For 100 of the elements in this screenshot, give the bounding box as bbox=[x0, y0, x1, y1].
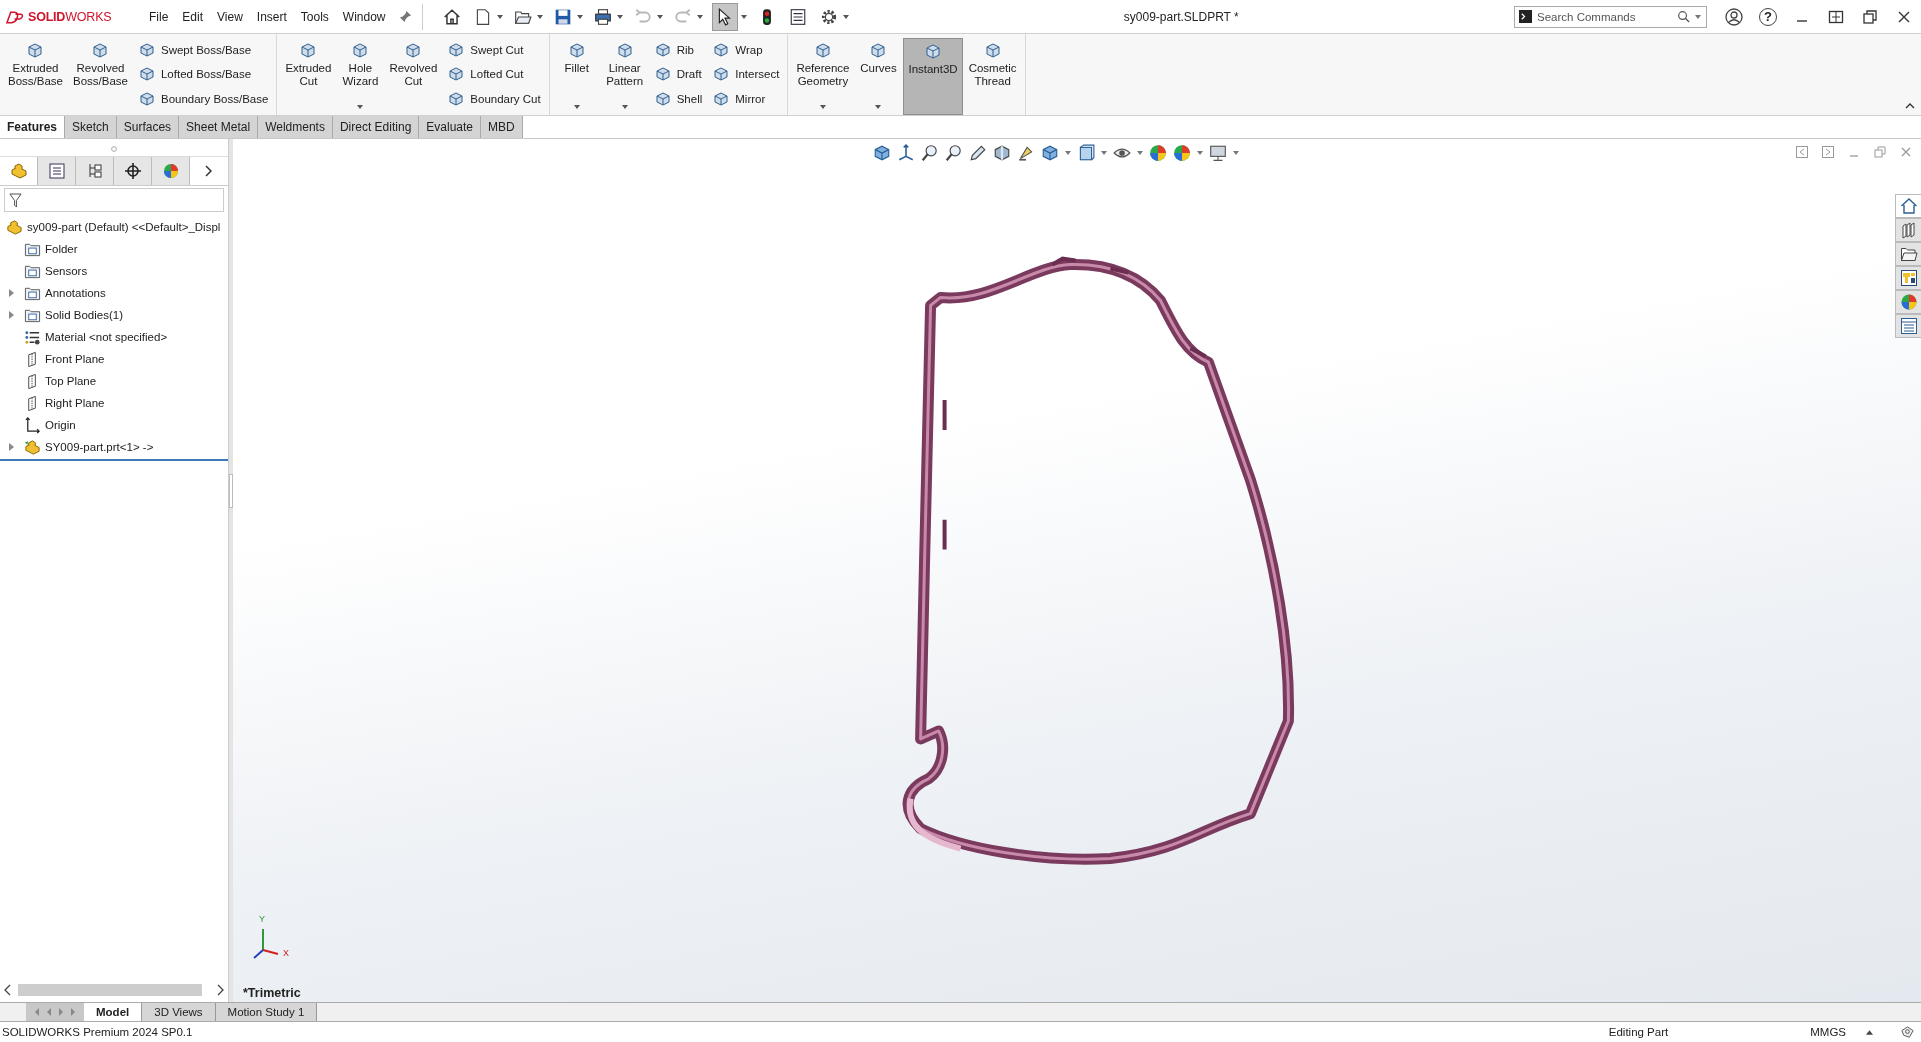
tree-item[interactable]: Sensors bbox=[45, 265, 88, 277]
caret-icon[interactable] bbox=[357, 105, 364, 109]
magnifier-icon[interactable] bbox=[945, 144, 963, 162]
tree-item[interactable]: Right Plane bbox=[45, 397, 105, 409]
previous-view-icon[interactable] bbox=[1795, 145, 1809, 159]
expand-arrow-icon[interactable] bbox=[8, 311, 14, 319]
search-input[interactable]: Search Commands bbox=[1537, 10, 1672, 23]
caret-icon[interactable] bbox=[576, 14, 583, 19]
monitor-icon[interactable] bbox=[1209, 144, 1227, 162]
tree-item[interactable]: Top Plane bbox=[45, 375, 97, 387]
ribbon-button[interactable]: Draft bbox=[649, 64, 707, 85]
tree-item[interactable]: Solid Bodies(1) bbox=[45, 309, 123, 321]
ribbon-button[interactable]: Revolved Boss/Base bbox=[69, 38, 132, 99]
ribbon-button[interactable]: Curves bbox=[855, 38, 902, 99]
printer-icon[interactable] bbox=[593, 7, 612, 26]
magnifier-icon[interactable] bbox=[921, 144, 939, 162]
list-icon[interactable] bbox=[788, 7, 807, 26]
tree-item[interactable]: Front Plane bbox=[45, 353, 105, 365]
user-icon[interactable] bbox=[1725, 7, 1743, 26]
task-pane-tab[interactable] bbox=[1895, 266, 1921, 290]
caret-icon[interactable] bbox=[1866, 1029, 1873, 1035]
filter-icon[interactable] bbox=[9, 192, 22, 208]
next-view-icon[interactable] bbox=[1821, 145, 1835, 159]
tab[interactable]: Evaluate bbox=[419, 116, 481, 138]
tab[interactable]: Surfaces bbox=[116, 116, 180, 138]
tree-item[interactable]: Folder bbox=[45, 243, 78, 255]
axes-icon[interactable] bbox=[897, 144, 915, 162]
panel-tab[interactable] bbox=[114, 157, 152, 185]
task-pane-tab[interactable] bbox=[1895, 242, 1921, 266]
ribbon-button[interactable]: Swept Boss/Base bbox=[133, 40, 273, 61]
task-pane-tab[interactable] bbox=[1895, 218, 1921, 242]
box-icon[interactable] bbox=[1077, 144, 1095, 162]
menu-item[interactable]: Tools bbox=[293, 6, 336, 27]
scroll-right-icon[interactable] bbox=[216, 984, 224, 996]
ribbon-button[interactable]: Boundary Cut bbox=[443, 88, 545, 109]
section-view-icon[interactable] bbox=[993, 144, 1011, 162]
ribbon-button[interactable]: Cosmetic Thread bbox=[964, 38, 1021, 99]
ribbon-button[interactable]: Extruded Boss/Base bbox=[4, 38, 67, 99]
caret-icon[interactable] bbox=[1233, 151, 1239, 155]
tab[interactable]: Direct Editing bbox=[332, 116, 420, 138]
ribbon-button[interactable]: Shell bbox=[649, 88, 707, 109]
ribbon-button[interactable]: Lofted Boss/Base bbox=[133, 64, 273, 85]
tab[interactable]: Model bbox=[84, 1003, 143, 1021]
splitter-handle[interactable] bbox=[229, 473, 233, 508]
ribbon-button[interactable]: Rib bbox=[649, 40, 707, 61]
ribbon-button[interactable]: Swept Cut bbox=[443, 40, 545, 61]
tree-item[interactable]: Origin bbox=[45, 419, 76, 431]
caret-icon[interactable] bbox=[1065, 151, 1071, 155]
restore-icon[interactable] bbox=[1861, 7, 1879, 26]
menu-item[interactable]: Edit bbox=[175, 6, 211, 27]
sphere-icon[interactable] bbox=[1173, 144, 1191, 162]
ribbon-button[interactable]: Lofted Cut bbox=[443, 64, 545, 85]
ribbon-button[interactable]: Boundary Boss/Base bbox=[133, 88, 273, 109]
expand-arrow-icon[interactable] bbox=[8, 289, 14, 297]
caret-icon[interactable] bbox=[616, 14, 623, 19]
scroll-left-icon[interactable] bbox=[4, 984, 12, 996]
caret-icon[interactable] bbox=[1695, 14, 1701, 19]
caret-icon[interactable] bbox=[740, 14, 747, 19]
caret-icon[interactable] bbox=[536, 14, 543, 19]
ribbon-button[interactable]: Reference Geometry bbox=[792, 38, 854, 99]
collapse-icon[interactable] bbox=[1905, 103, 1915, 109]
home-icon[interactable] bbox=[442, 7, 461, 26]
gear-icon[interactable] bbox=[819, 7, 838, 26]
tab[interactable]: 3D Views bbox=[142, 1003, 216, 1021]
ribbon-button[interactable]: Linear Pattern bbox=[601, 38, 648, 99]
sphere-icon[interactable] bbox=[1149, 144, 1167, 162]
cube-icon[interactable] bbox=[1041, 144, 1059, 162]
expand-arrow-icon[interactable] bbox=[8, 443, 14, 451]
menu-item[interactable]: File bbox=[142, 6, 176, 27]
tree-item[interactable]: Material <not specified> bbox=[45, 331, 168, 343]
scrollbar-thumb[interactable] bbox=[18, 984, 202, 996]
lamp-icon[interactable] bbox=[1017, 144, 1035, 162]
save-icon[interactable] bbox=[553, 7, 572, 26]
chevron-icon[interactable] bbox=[204, 165, 212, 177]
pencil-icon[interactable] bbox=[969, 144, 987, 162]
search-bar[interactable]: Search Commands bbox=[1514, 5, 1707, 28]
caret-icon[interactable] bbox=[819, 105, 826, 109]
caret-icon[interactable] bbox=[1101, 151, 1107, 155]
caret-icon[interactable] bbox=[842, 14, 849, 19]
caret-icon[interactable] bbox=[656, 14, 663, 19]
task-pane-tab[interactable] bbox=[1895, 314, 1921, 338]
ribbon-button[interactable]: Intersect bbox=[708, 64, 784, 85]
caret-icon[interactable] bbox=[1137, 151, 1143, 155]
menu-item[interactable]: View bbox=[210, 6, 250, 27]
caret-icon[interactable] bbox=[573, 105, 580, 109]
menu-item[interactable]: Window bbox=[335, 6, 393, 27]
ribbon-button[interactable]: Instant3D bbox=[903, 38, 963, 115]
rebuild-icon[interactable] bbox=[1900, 1024, 1915, 1040]
search-icon[interactable] bbox=[1677, 10, 1690, 23]
caret-icon[interactable] bbox=[875, 105, 882, 109]
tree-item[interactable]: SY009-part.prt<1> -> bbox=[45, 441, 154, 453]
ribbon-button[interactable]: Extruded Cut bbox=[281, 38, 336, 99]
caret-icon[interactable] bbox=[496, 14, 503, 19]
tree-item[interactable]: Annotations bbox=[45, 287, 106, 299]
select-button[interactable] bbox=[711, 2, 738, 31]
ribbon-button[interactable]: Revolved Cut bbox=[385, 38, 442, 99]
caret-icon[interactable] bbox=[1197, 151, 1203, 155]
ribbon-button[interactable]: Mirror bbox=[708, 88, 784, 109]
tab[interactable]: Sketch bbox=[65, 116, 117, 138]
caret-icon[interactable] bbox=[696, 14, 703, 19]
